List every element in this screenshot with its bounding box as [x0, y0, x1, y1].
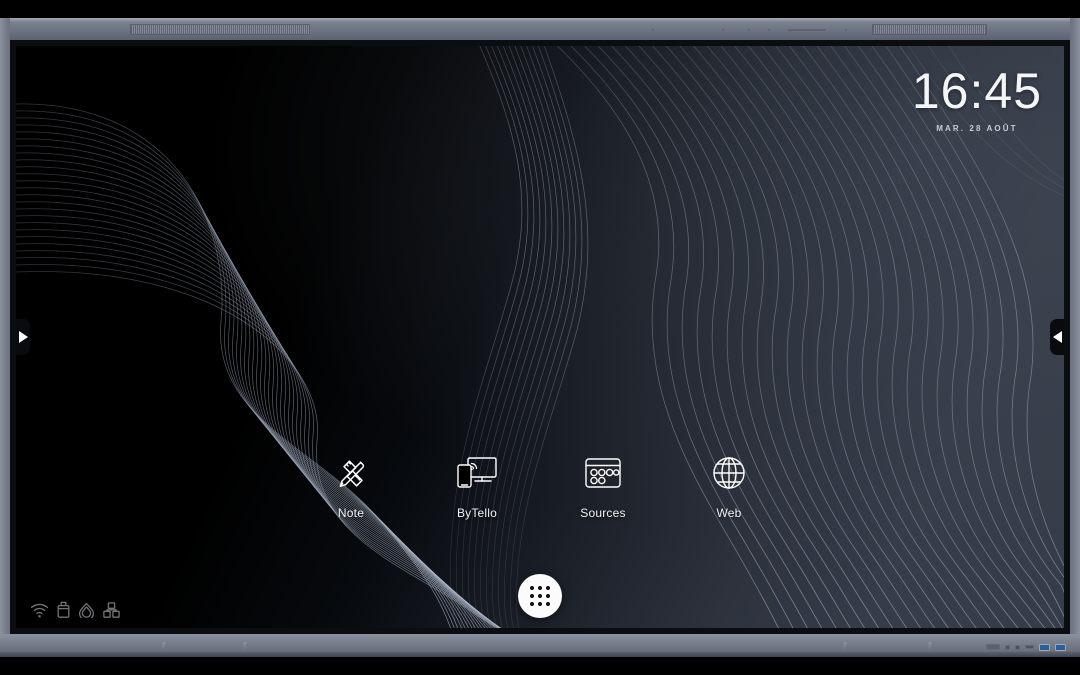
bezel-left: [0, 18, 10, 656]
hdmi-port: [986, 644, 1000, 650]
app-label: Note: [337, 506, 365, 520]
sensor-dot: [916, 29, 918, 31]
sensor-dot: [652, 29, 654, 31]
all-apps-button[interactable]: [518, 574, 562, 618]
speaker-grille-left: [130, 24, 310, 35]
app-sources[interactable]: Sources: [567, 451, 639, 520]
screen-frame: 16:45 MAR. 28 AOÛT Note ByTello Sources …: [10, 40, 1070, 634]
aux-port: [1015, 644, 1020, 650]
clock-time: 16:45: [911, 63, 1042, 119]
wallpaper: [16, 46, 1064, 628]
port-panel: [986, 641, 1066, 653]
aux-port: [1005, 644, 1010, 650]
play-triangle-right-icon: [18, 331, 28, 343]
usb-port: [1039, 643, 1050, 651]
bezel-top-highlight: [0, 18, 1080, 21]
sensor-dot: [748, 29, 750, 31]
apps-blocks-icon[interactable]: [103, 602, 120, 618]
app-bytello[interactable]: ByTello: [441, 451, 513, 520]
app-web[interactable]: Web: [693, 451, 765, 520]
app-dock: Note ByTello Sources Web: [16, 451, 1064, 520]
status-bar: [30, 601, 120, 618]
grid-dots-icon: [530, 586, 550, 606]
clock-date: MAR. 28 AOÛT: [936, 124, 1018, 133]
cloud-drop-icon[interactable]: [78, 602, 95, 618]
display-screen[interactable]: 16:45 MAR. 28 AOÛT Note ByTello Sources …: [16, 46, 1064, 628]
app-label: ByTello: [456, 506, 498, 520]
globe-icon: [707, 451, 751, 495]
pen-ruler-icon: [329, 451, 373, 495]
bezel-right: [1070, 18, 1080, 656]
clock-widget: 16:45 MAR. 28 AOÛT: [912, 66, 1042, 133]
usb-port: [1055, 643, 1066, 651]
play-triangle-left-icon: [1052, 331, 1062, 343]
screen-cast-icon: [455, 451, 499, 495]
app-note[interactable]: Note: [315, 451, 387, 520]
sensor-dot: [722, 29, 724, 31]
ir-sensor-strip: [788, 29, 826, 31]
app-label: Sources: [580, 506, 626, 520]
speaker-grille-right: [872, 24, 987, 35]
input-sources-icon: [581, 451, 625, 495]
app-label: Web: [716, 506, 742, 520]
sensor-dot: [845, 29, 847, 31]
left-side-toolbar-handle[interactable]: [16, 319, 30, 355]
sensor-dot: [768, 29, 770, 31]
bezel-bottom-edge: [0, 652, 1080, 657]
card-slot: [1025, 645, 1034, 649]
wifi-icon[interactable]: [30, 603, 49, 618]
usb-drive-icon[interactable]: [57, 601, 70, 618]
interactive-display-device: 16:45 MAR. 28 AOÛT Note ByTello Sources …: [0, 0, 1080, 675]
right-side-toolbar-handle[interactable]: [1050, 319, 1064, 355]
